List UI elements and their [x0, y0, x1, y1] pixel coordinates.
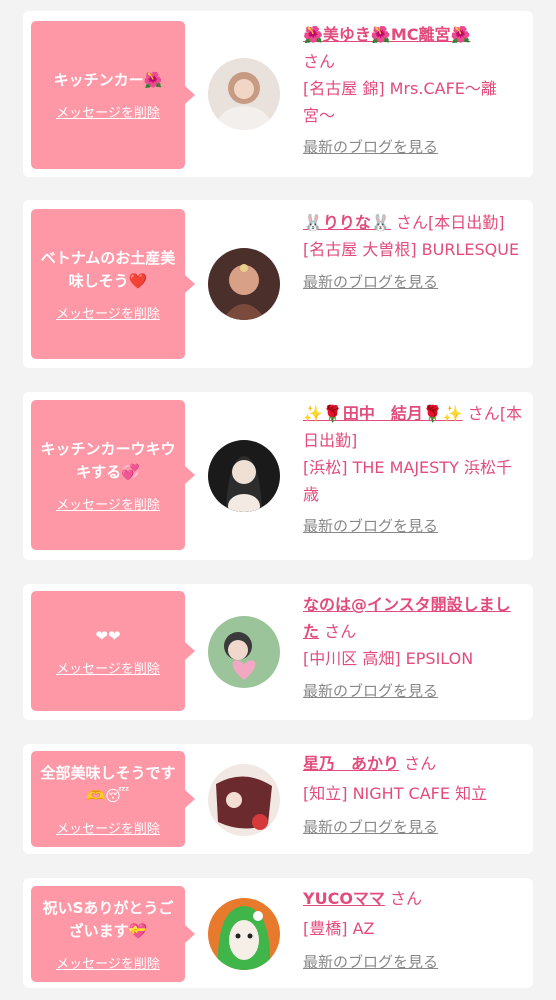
sender-info: 🐰りりな🐰 さん[本日出勤] [名古屋 大曽根] BURLESQUE 最新のブロ…: [303, 209, 525, 292]
message-card: ❤❤ メッセージを削除 なのは@インスタ開設しました さん [中川区 高畑] E…: [23, 584, 533, 720]
avatar[interactable]: [208, 616, 280, 688]
shop-location: [浜松] THE MAJESTY 浜松千歳: [303, 458, 512, 504]
status-text: [本日出勤]: [427, 213, 505, 232]
message-text: ❤❤: [95, 627, 121, 645]
avatar[interactable]: [208, 764, 280, 836]
message-bubble: ベトナムのお土産美味しそう❤️ メッセージを削除: [31, 209, 195, 359]
shop-location: [中川区 高畑] EPSILON: [303, 649, 474, 668]
honorific: さん: [467, 404, 500, 423]
honorific: さん: [395, 213, 428, 232]
delete-message-link[interactable]: メッセージを削除: [56, 102, 160, 121]
honorific: さん: [303, 52, 336, 71]
shop-location: [豊橋] AZ: [303, 919, 375, 938]
message-card: キッチンカーウキウキする💞 メッセージを削除 ✨🌹田中 結月🌹✨ さん[本日出勤…: [23, 392, 533, 560]
message-text: キッチンカーウキウキする💞: [40, 439, 176, 481]
sender-name-link[interactable]: 🐰りりな🐰: [303, 213, 391, 232]
sender-name-link[interactable]: ✨🌹田中 結月🌹✨: [303, 404, 463, 423]
shop-location: [名古屋 大曽根] BURLESQUE: [303, 240, 520, 259]
latest-blog-link[interactable]: 最新のブログを見る: [303, 137, 525, 157]
delete-message-link[interactable]: メッセージを削除: [56, 658, 160, 677]
latest-blog-link[interactable]: 最新のブログを見る: [303, 817, 525, 837]
latest-blog-link[interactable]: 最新のブログを見る: [303, 516, 525, 536]
delete-message-link[interactable]: メッセージを削除: [56, 953, 160, 972]
shop-location: [名古屋 錦] Mrs.CAFE〜離宮〜: [303, 79, 497, 125]
sender-name-link[interactable]: 🌺美ゆき🌺MC離宮🌺: [303, 25, 470, 44]
shop-location: [知立] NIGHT CAFE 知立: [303, 784, 488, 803]
message-card: キッチンカー🌺 メッセージを削除 🌺美ゆき🌺MC離宮🌺 さん [名古屋 錦] M…: [23, 11, 533, 177]
latest-blog-link[interactable]: 最新のブログを見る: [303, 272, 525, 292]
message-card: 全部美味しそうです🫶😴 メッセージを削除 星乃 あかり さん [知立] NIGH…: [23, 744, 533, 854]
message-text: 全部美味しそうです🫶😴: [40, 763, 176, 805]
avatar[interactable]: [208, 58, 280, 130]
delete-message-link[interactable]: メッセージを削除: [56, 494, 160, 513]
delete-message-link[interactable]: メッセージを削除: [56, 303, 160, 322]
sender-info: 🌺美ゆき🌺MC離宮🌺 さん [名古屋 錦] Mrs.CAFE〜離宮〜 最新のブロ…: [303, 21, 525, 157]
message-text: 祝いSありがとうございます💝: [42, 898, 174, 940]
sender-name-link[interactable]: YUCOママ: [303, 889, 385, 908]
message-text: キッチンカー🌺: [53, 71, 163, 89]
sender-info: 星乃 あかり さん [知立] NIGHT CAFE 知立 最新のブログを見る: [303, 750, 525, 837]
avatar[interactable]: [208, 440, 280, 512]
message-bubble: 全部美味しそうです🫶😴 メッセージを削除: [31, 751, 195, 847]
delete-message-link[interactable]: メッセージを削除: [56, 818, 160, 837]
message-card: ベトナムのお土産美味しそう❤️ メッセージを削除 🐰りりな🐰 さん[本日出勤] …: [23, 200, 533, 368]
sender-info: YUCOママ さん [豊橋] AZ 最新のブログを見る: [303, 885, 525, 972]
message-text: ベトナムのお土産美味しそう❤️: [40, 248, 176, 290]
latest-blog-link[interactable]: 最新のブログを見る: [303, 952, 525, 972]
message-bubble: キッチンカー🌺 メッセージを削除: [31, 21, 195, 169]
honorific: さん: [324, 622, 357, 641]
sender-name-link[interactable]: 星乃 あかり: [303, 754, 399, 773]
latest-blog-link[interactable]: 最新のブログを見る: [303, 681, 525, 701]
avatar[interactable]: [208, 898, 280, 970]
message-card: 祝いSありがとうございます💝 メッセージを削除 YUCOママ さん [豊橋] A…: [23, 878, 533, 988]
message-bubble: ❤❤ メッセージを削除: [31, 591, 195, 711]
message-bubble: キッチンカーウキウキする💞 メッセージを削除: [31, 400, 195, 550]
sender-info: ✨🌹田中 結月🌹✨ さん[本日出勤] [浜松] THE MAJESTY 浜松千歳…: [303, 400, 525, 536]
avatar[interactable]: [208, 248, 280, 320]
message-bubble: 祝いSありがとうございます💝 メッセージを削除: [31, 886, 195, 982]
sender-info: なのは@インスタ開設しました さん [中川区 高畑] EPSILON 最新のブロ…: [303, 591, 525, 701]
honorific: さん: [404, 754, 437, 773]
honorific: さん: [390, 889, 423, 908]
